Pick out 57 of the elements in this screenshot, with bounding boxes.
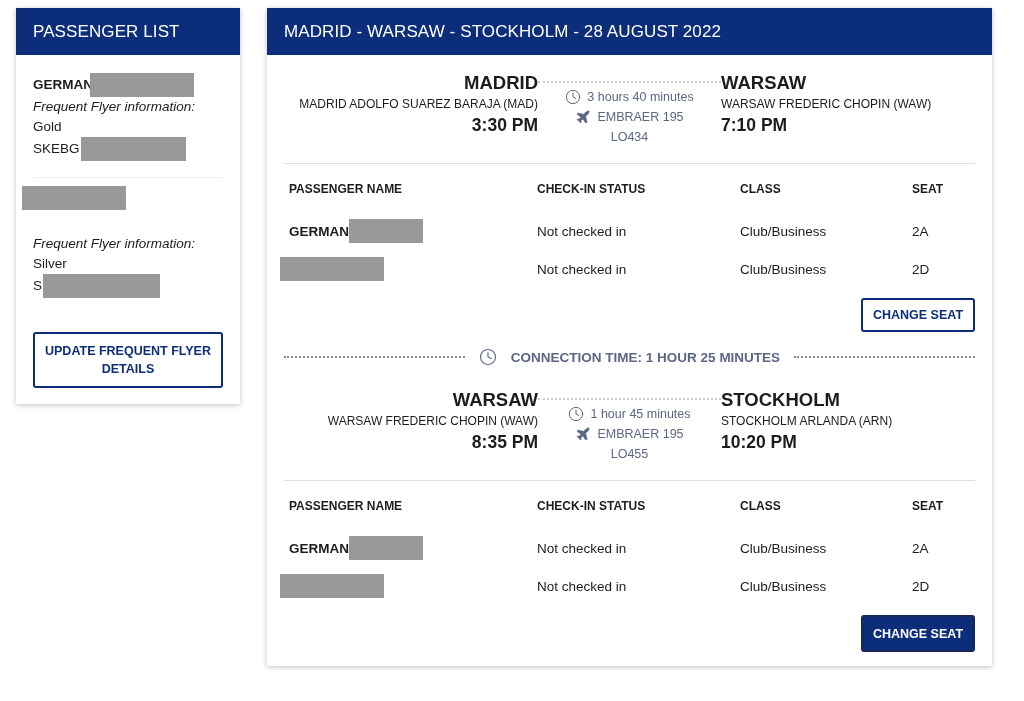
clock-icon: [565, 89, 582, 105]
arrival-city: WARSAW: [721, 71, 807, 95]
change-seat-button[interactable]: CHANGE SEAT: [861, 615, 975, 652]
passenger-name: GERMAN: [289, 223, 349, 239]
frequent-flyer-number: S: [33, 277, 42, 295]
column-header: CLASS: [740, 498, 782, 515]
frequent-flyer-label: Frequent Flyer information:: [33, 235, 197, 253]
column-header: SEAT: [912, 181, 945, 198]
flight-duration: 1 hour 45 minutes: [590, 406, 691, 423]
arrival-airport: WARSAW FREDERIC CHOPIN (WAW): [721, 96, 932, 113]
column-header: CHECK-IN STATUS: [537, 181, 647, 198]
column-header: PASSENGER NAME: [289, 498, 404, 515]
check-in-status: Not checked in: [537, 539, 628, 558]
check-in-status: Not checked in: [537, 577, 628, 596]
seat-number: 2D: [912, 260, 931, 279]
travel-class: Club/Business: [740, 260, 828, 279]
frequent-flyer-number: SKEBG: [33, 140, 80, 158]
aircraft-type: EMBRAER 195: [597, 109, 684, 126]
connection-time: CONNECTION TIME: 1 HOUR 25 MINUTES: [510, 349, 781, 365]
flight-duration: 3 hours 40 minutes: [587, 89, 694, 106]
plane-icon: [575, 109, 592, 125]
seat-number: 2D: [912, 577, 931, 596]
departure-time: 3:30 PM: [471, 114, 538, 137]
change-seat-button[interactable]: CHANGE SEAT: [861, 298, 975, 332]
departure-airport: MADRID ADOLFO SUAREZ BARAJA (MAD): [299, 96, 538, 113]
arrival-city: STOCKHOLM: [721, 388, 840, 412]
check-in-status: Not checked in: [537, 260, 628, 279]
travel-class: Club/Business: [740, 222, 828, 241]
passenger-name: GERMAN: [289, 540, 349, 556]
flight-number: LO455: [610, 446, 649, 463]
departure-city: MADRID: [464, 71, 538, 95]
frequent-flyer-label: Frequent Flyer information:: [33, 98, 197, 116]
column-header: CHECK-IN STATUS: [537, 498, 647, 515]
column-header: CLASS: [740, 181, 782, 198]
column-header: PASSENGER NAME: [289, 181, 404, 198]
plane-icon: [575, 426, 592, 442]
arrival-time: 7:10 PM: [721, 114, 788, 137]
departure-city: WARSAW: [452, 388, 538, 412]
travel-class: Club/Business: [740, 539, 828, 558]
aircraft-type: EMBRAER 195: [597, 426, 684, 443]
itinerary-title: MADRID - WARSAW - STOCKHOLM - 28 AUGUST 2022: [267, 8, 992, 55]
arrival-airport: STOCKHOLM ARLANDA (ARN): [721, 413, 893, 430]
clock-icon: [478, 348, 497, 366]
departure-airport: WARSAW FREDERIC CHOPIN (WAW): [327, 413, 538, 430]
seat-number: 2A: [912, 222, 930, 241]
check-in-status: Not checked in: [537, 222, 628, 241]
membership-level-text: Gold: [33, 118, 63, 136]
column-header: SEAT: [912, 498, 945, 515]
update-frequent-flyer-button[interactable]: UPDATE FREQUENT FLYER DETAILS: [33, 332, 223, 388]
panel-title: PASSENGER LIST: [16, 8, 240, 55]
membership-level-text: Silver: [33, 255, 68, 273]
departure-time: 8:35 PM: [471, 431, 538, 454]
flight-number: LO434: [610, 129, 649, 146]
clock-icon: [568, 406, 585, 422]
arrival-time: 10:20 PM: [721, 431, 797, 454]
seat-number: 2A: [912, 539, 930, 558]
travel-class: Club/Business: [740, 577, 828, 596]
